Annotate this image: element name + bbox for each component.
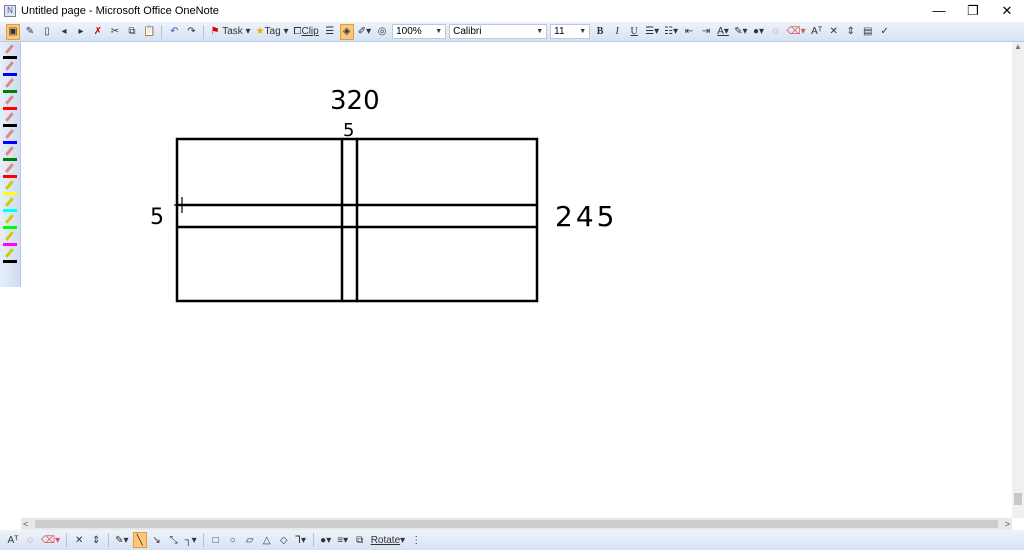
connector-tool-icon[interactable]: ⅂▾: [294, 532, 308, 548]
label-left-gap: 5: [150, 205, 164, 230]
ellipse-tool-icon[interactable]: ○: [226, 532, 240, 548]
diamond-tool-icon[interactable]: ◇: [277, 532, 291, 548]
vertical-scrollbar[interactable]: ▲: [1012, 42, 1024, 518]
scroll-right-icon[interactable]: >: [1005, 519, 1010, 529]
double-arrow-tool-icon[interactable]: ⤡: [167, 532, 181, 548]
line-tool-icon[interactable]: ╲: [132, 532, 147, 548]
delete-icon[interactable]: ✕: [72, 532, 86, 548]
lasso-icon[interactable]: ◌: [23, 532, 37, 548]
arrow-tool-icon[interactable]: ↘: [150, 532, 164, 548]
triangle-tool-icon[interactable]: △: [260, 532, 274, 548]
horizontal-scrollbar[interactable]: < >: [21, 518, 1012, 530]
ink-to-text-icon[interactable]: Aᵀ: [6, 532, 20, 548]
rotate-label: Rotate: [370, 534, 401, 546]
insert-space-icon[interactable]: ⇕: [89, 532, 103, 548]
label-height: 245: [555, 200, 617, 233]
label-width: 320: [330, 86, 380, 116]
line-weight-icon[interactable]: ≡▾: [336, 532, 350, 548]
toolbar-options-icon[interactable]: ⋮: [409, 532, 423, 548]
arrange-icon[interactable]: ⧉: [353, 532, 367, 548]
rotate-button[interactable]: Rotate ▾: [370, 532, 407, 548]
drawing-toolbar: Aᵀ ◌ ⌫▾ ✕ ⇕ ✎▾ ╲ ↘ ⤡ ┐▾ □ ○ ▱ △ ◇ ⅂▾ ●▾ …: [0, 530, 1024, 550]
scroll-left-icon[interactable]: <: [23, 519, 28, 529]
axis-tool-icon[interactable]: ┐▾: [184, 532, 198, 548]
pen-color-icon[interactable]: ✎▾: [114, 532, 129, 548]
parallelogram-tool-icon[interactable]: ▱: [243, 532, 257, 548]
scroll-track[interactable]: [35, 520, 998, 528]
rectangle-tool-icon[interactable]: □: [209, 532, 223, 548]
scroll-thumb[interactable]: [1014, 493, 1022, 505]
ink-drawing: 320 5 5 245: [150, 86, 617, 303]
scroll-up-icon[interactable]: ▲: [1012, 42, 1024, 54]
eraser-icon[interactable]: ⌫▾: [40, 532, 61, 548]
label-top-gap: 5: [343, 120, 354, 141]
fill-color-icon[interactable]: ●▾: [319, 532, 333, 548]
